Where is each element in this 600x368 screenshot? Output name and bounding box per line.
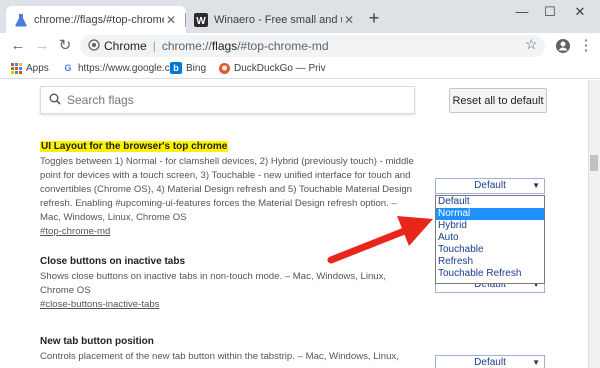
close-window-icon[interactable]: ✕ <box>570 4 590 20</box>
bookmark-apps[interactable]: Apps <box>10 62 49 74</box>
annotation-arrow-icon <box>327 216 433 264</box>
flag-title: New tab button position <box>40 336 154 347</box>
bookmark-google[interactable]: G https://www.google.c <box>62 62 170 74</box>
back-arrow-icon[interactable]: ← <box>8 36 28 56</box>
scrollbar-thumb[interactable] <box>590 155 598 171</box>
reset-all-button[interactable]: Reset all to default <box>449 88 547 113</box>
tab-flags[interactable]: chrome://flags/#top-chrome-md ✕ <box>6 6 186 33</box>
flag-select-new-tab-button[interactable]: Default ▼ <box>435 355 545 368</box>
dropdown-list: Default Normal Hybrid Auto Touchable Ref… <box>435 195 545 284</box>
close-tab-icon[interactable]: ✕ <box>164 13 178 27</box>
bookmarks-bar: Apps G https://www.google.c b Bing DuckD… <box>0 59 600 79</box>
forward-arrow-icon[interactable]: → <box>32 36 52 56</box>
flask-icon <box>14 13 28 27</box>
minimize-icon[interactable]: — <box>512 4 532 19</box>
search-input[interactable] <box>67 93 414 107</box>
dropdown-option[interactable]: Touchable Refresh <box>436 268 544 280</box>
reload-icon[interactable]: ↻ <box>55 36 75 56</box>
flag-description: Shows close buttons on inactive tabs in … <box>40 271 387 296</box>
winaero-icon: W <box>194 12 208 27</box>
omnibox-origin: Chrome <box>104 39 147 53</box>
bookmark-duckduckgo[interactable]: DuckDuckGo — Priv <box>218 62 326 74</box>
toolbar: ← → ↻ Chrome | chrome:// flags /#top-chr… <box>0 33 600 59</box>
address-bar[interactable]: Chrome | chrome:// flags /#top-chrome-md <box>80 35 545 57</box>
omnibox-divider: | <box>152 39 156 53</box>
bookmark-star-icon[interactable]: ☆ <box>525 36 538 53</box>
chrome-info-icon[interactable] <box>88 38 100 54</box>
svg-text:W: W <box>196 16 206 27</box>
dropdown-option[interactable]: Hybrid <box>436 220 544 232</box>
dropdown-arrow-icon: ▼ <box>532 181 540 190</box>
bookmark-label: Bing <box>186 62 207 74</box>
flag-permalink[interactable]: #close-buttons-inactive-tabs <box>40 299 420 310</box>
omnibox-url-host: flags <box>211 39 238 53</box>
duckduckgo-icon <box>218 62 230 74</box>
tab-strip: chrome://flags/#top-chrome-md ✕ W Winaer… <box>0 0 600 33</box>
tab-title: Winaero - Free small and useful s <box>214 13 342 26</box>
flag-select-top-chrome-md[interactable]: Default ▼ <box>435 178 545 194</box>
google-icon: G <box>64 63 72 73</box>
bookmark-label: https://www.google.c <box>78 62 170 74</box>
search-box[interactable] <box>40 86 415 114</box>
dropdown-option[interactable]: Auto <box>436 232 544 244</box>
bookmark-bing[interactable]: b Bing <box>170 62 206 74</box>
dropdown-arrow-icon: ▼ <box>532 358 540 367</box>
flag-entry-new-tab-button: New tab button position Controls placeme… <box>40 336 420 364</box>
bookmark-label: DuckDuckGo — Priv <box>234 62 326 74</box>
account-icon[interactable] <box>553 36 573 56</box>
page-scrollbar[interactable] <box>588 80 600 368</box>
dropdown-option-selected[interactable]: Normal <box>436 208 544 220</box>
tab-winaero[interactable]: W Winaero - Free small and useful s ✕ <box>186 6 364 33</box>
dropdown-option[interactable]: Default <box>436 196 544 208</box>
dropdown-option[interactable]: Touchable <box>436 244 544 256</box>
close-tab-icon[interactable]: ✕ <box>342 13 356 27</box>
menu-dots-icon[interactable]: ⋮ <box>576 36 596 56</box>
maximize-icon[interactable]: ☐ <box>540 4 560 20</box>
apps-grid-icon <box>10 62 22 74</box>
select-value: Default <box>474 180 506 191</box>
bing-icon: b <box>170 62 182 74</box>
omnibox-url-path: /#top-chrome-md <box>237 39 329 53</box>
select-value: Default <box>474 357 506 368</box>
flag-title: UI Layout for the browser's top chrome <box>40 141 229 152</box>
flag-description: Controls placement of the new tab button… <box>40 351 399 362</box>
omnibox-url-scheme: chrome:// <box>161 39 212 53</box>
new-tab-plus-icon[interactable]: + <box>364 8 384 29</box>
dropdown-option[interactable]: Refresh <box>436 256 544 268</box>
bookmark-label: Apps <box>26 62 49 74</box>
search-icon <box>49 93 61 108</box>
tab-title: chrome://flags/#top-chrome-md <box>34 13 164 26</box>
